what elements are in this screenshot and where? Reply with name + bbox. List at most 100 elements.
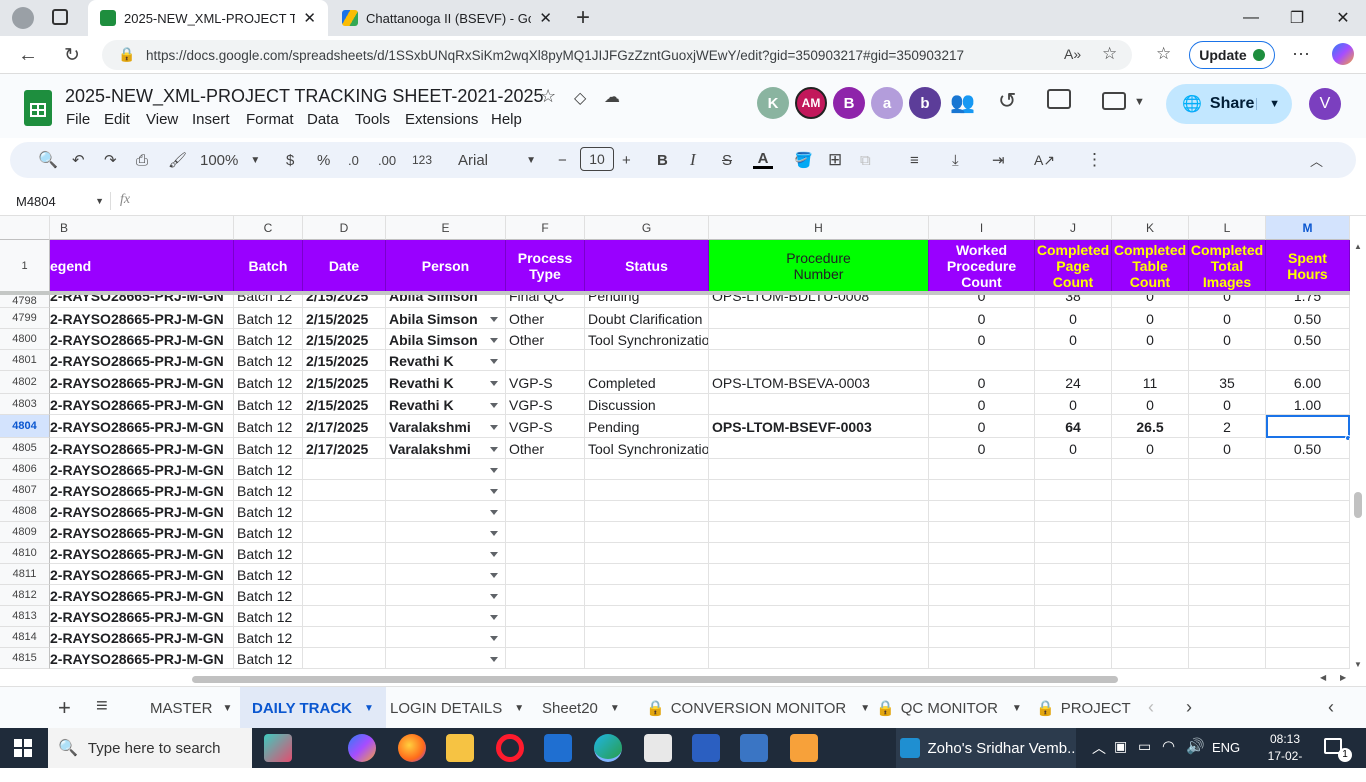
borders-icon[interactable]: ⊞: [828, 150, 842, 170]
print-icon[interactable]: ⎙: [136, 150, 148, 170]
cell-k[interactable]: 0: [1112, 329, 1189, 350]
dropdown-chevron-icon[interactable]: [490, 425, 498, 430]
decrease-decimal-button[interactable]: .0: [348, 150, 359, 170]
cell-g[interactable]: [585, 648, 709, 669]
cell-i[interactable]: [929, 627, 1035, 648]
cell-i[interactable]: 0: [929, 308, 1035, 329]
cell-b[interactable]: 2-RAYSO28665-PRJ-M-GN: [50, 501, 234, 522]
sheet-tab-qc-monitor[interactable]: 🔒 QC MONITOR ▼: [876, 687, 1022, 729]
bold-icon[interactable]: B: [657, 150, 668, 170]
more-icon[interactable]: ⋯: [1292, 44, 1310, 65]
menu-format[interactable]: Format: [246, 111, 294, 128]
cell-l[interactable]: [1189, 648, 1266, 669]
name-box[interactable]: M4804 ▼: [16, 192, 104, 210]
row-header[interactable]: 4812: [0, 585, 50, 606]
cell-j[interactable]: [1035, 480, 1112, 501]
cell-c[interactable]: Batch 12: [234, 627, 303, 648]
cell-e[interactable]: [386, 459, 506, 480]
cell-g[interactable]: [585, 522, 709, 543]
cell-e[interactable]: Abila Simson: [386, 308, 506, 329]
back-icon[interactable]: ←: [16, 44, 40, 66]
cell-c[interactable]: Batch 12: [234, 522, 303, 543]
cell-b[interactable]: 2-RAYSO28665-PRJ-M-GN: [50, 329, 234, 350]
cell-m[interactable]: 1.00: [1266, 394, 1350, 415]
cell-e[interactable]: Varalakshmi: [386, 438, 506, 459]
cell-c[interactable]: Batch 12: [234, 329, 303, 350]
cell-m[interactable]: 1.75: [1266, 295, 1350, 308]
cell-e[interactable]: [386, 522, 506, 543]
cell-c[interactable]: Batch 12: [234, 308, 303, 329]
cell-f[interactable]: [506, 459, 585, 480]
header-worked-procedure-count[interactable]: Worked Procedure Count: [929, 240, 1035, 292]
doc-title[interactable]: 2025-NEW_XML-PROJECT TRACKING SHEET-2021…: [65, 86, 544, 107]
column-header-k[interactable]: K: [1112, 216, 1189, 240]
header-process-type[interactable]: Process Type: [506, 240, 585, 292]
app-icon[interactable]: [790, 734, 818, 762]
text-rotation-icon[interactable]: A↗: [1034, 150, 1055, 170]
header-spent-hours[interactable]: Spent Hours: [1266, 240, 1350, 292]
menu-help[interactable]: Help: [491, 111, 522, 128]
cell-f[interactable]: [506, 648, 585, 669]
cell-j[interactable]: [1035, 564, 1112, 585]
cell-j[interactable]: 0: [1035, 438, 1112, 459]
row-header[interactable]: 4800: [0, 329, 50, 350]
collaborator-avatar[interactable]: b: [909, 87, 941, 119]
chevron-down-icon[interactable]: ▼: [1134, 96, 1145, 108]
cell-b[interactable]: 2-RAYSO28665-PRJ-M-GN: [50, 648, 234, 669]
cell-k[interactable]: [1112, 606, 1189, 627]
strikethrough-icon[interactable]: S: [722, 150, 732, 170]
cell-d[interactable]: 2/15/2025: [303, 295, 386, 308]
cell-h[interactable]: [709, 501, 929, 522]
cell-m[interactable]: [1266, 522, 1350, 543]
header-completed-total-images[interactable]: Completed Total Images: [1189, 240, 1266, 292]
cell-b[interactable]: 2-RAYSO28665-PRJ-M-GN: [50, 543, 234, 564]
cell-j[interactable]: [1035, 459, 1112, 480]
increase-font-size-icon[interactable]: +: [622, 150, 631, 170]
version-history-icon[interactable]: ↺: [998, 88, 1016, 114]
row-header[interactable]: 4809: [0, 522, 50, 543]
cell-i[interactable]: [929, 585, 1035, 606]
decrease-font-size-icon[interactable]: −: [558, 150, 567, 170]
clock[interactable]: 08:13 17-02-2025: [1256, 731, 1314, 782]
cell-h[interactable]: [709, 543, 929, 564]
sheet-tab-conversion-monitor[interactable]: 🔒 CONVERSION MONITOR ▼: [646, 687, 870, 729]
cell-g[interactable]: [585, 480, 709, 501]
cell-h[interactable]: OPS-LTOM-BDLTU-0008: [709, 295, 929, 308]
cell-k[interactable]: [1112, 459, 1189, 480]
cell-m[interactable]: [1266, 564, 1350, 585]
cell-i[interactable]: [929, 480, 1035, 501]
cell-j[interactable]: [1035, 501, 1112, 522]
cell-g[interactable]: [585, 606, 709, 627]
currency-format-button[interactable]: $: [286, 150, 294, 170]
cell-b[interactable]: 2-RAYSO28665-PRJ-M-GN: [50, 438, 234, 459]
chevron-down-icon[interactable]: ▼: [1012, 703, 1022, 714]
cell-j[interactable]: 24: [1035, 371, 1112, 394]
cell-h[interactable]: [709, 459, 929, 480]
windows-start-icon[interactable]: [14, 739, 32, 757]
cell-b[interactable]: 2-RAYSO28665-PRJ-M-GN: [50, 564, 234, 585]
cell-d[interactable]: 2/17/2025: [303, 415, 386, 438]
cell-h[interactable]: [709, 329, 929, 350]
horizontal-scrollbar[interactable]: ◀ ▶: [0, 672, 1366, 686]
volume-icon[interactable]: 🔊: [1186, 737, 1205, 755]
cell-g[interactable]: Tool Synchronization: [585, 438, 709, 459]
cell-c[interactable]: Batch 12: [234, 585, 303, 606]
header-date[interactable]: Date: [303, 240, 386, 292]
move-folder-icon[interactable]: ◇: [574, 88, 586, 108]
cell-j[interactable]: 38: [1035, 295, 1112, 308]
menu-tools[interactable]: Tools: [355, 111, 390, 128]
cell-m[interactable]: [1266, 606, 1350, 627]
update-button[interactable]: Update: [1189, 41, 1275, 69]
cell-g[interactable]: [585, 585, 709, 606]
cell-f[interactable]: [506, 480, 585, 501]
profile-icon[interactable]: [12, 7, 34, 29]
share-button[interactable]: 🌐 Share ▼: [1166, 84, 1292, 124]
percent-format-button[interactable]: %: [317, 150, 330, 170]
row-header[interactable]: 4801: [0, 350, 50, 371]
tab-actions-icon[interactable]: [52, 9, 68, 25]
cell-f[interactable]: Other: [506, 329, 585, 350]
cell-c[interactable]: Batch 12: [234, 480, 303, 501]
text-wrap-icon[interactable]: ⇥: [992, 150, 1005, 170]
file-explorer-icon[interactable]: [446, 734, 474, 762]
cell-f[interactable]: [506, 350, 585, 371]
